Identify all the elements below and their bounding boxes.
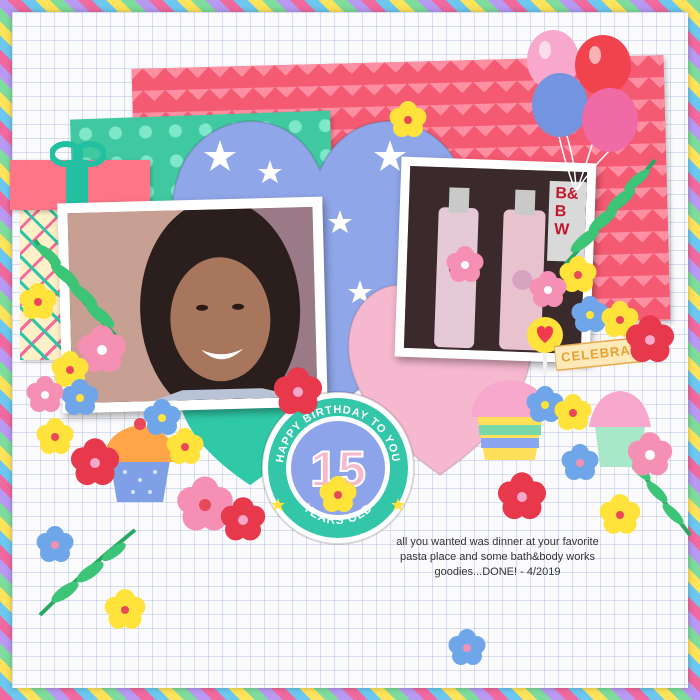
caption-text: all you wanted was dinner at your favori… bbox=[396, 536, 599, 578]
flowers-layer bbox=[19, 101, 675, 665]
scrapbook-page: B& B W CELEBRATE HAPPY BIRTHDAY TO YOU Y… bbox=[0, 0, 700, 700]
